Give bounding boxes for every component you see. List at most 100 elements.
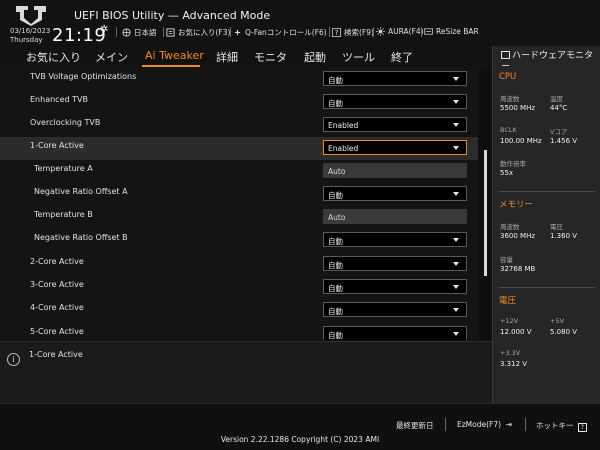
help-icon: ? xyxy=(577,423,587,432)
hotkeys-button[interactable]: ホットキー ? xyxy=(536,420,587,432)
tuf-logo xyxy=(16,6,46,26)
fan-icon xyxy=(234,29,241,36)
setting-dropdown[interactable]: 自動 xyxy=(323,302,467,317)
setting-label: TVB Voltage Optimizations xyxy=(30,72,137,81)
tab-monitor[interactable]: モニタ xyxy=(254,49,287,65)
setting-row[interactable]: 2-Core Active 自動 xyxy=(0,253,478,276)
search-label: 検索(F9) xyxy=(344,28,374,37)
clock[interactable]: 21:19 xyxy=(52,25,106,46)
memory-capacity-value: 32768 MB xyxy=(500,265,536,273)
setting-label: Negative Ratio Offset A xyxy=(34,187,128,196)
footer-separator xyxy=(445,418,446,431)
setting-dropdown[interactable]: 自動 xyxy=(323,232,467,247)
ezmode-label: EzMode(F7) xyxy=(457,420,502,429)
setting-label: Enhanced TVB xyxy=(30,95,88,104)
footer-separator xyxy=(525,418,526,431)
setting-dropdown[interactable]: 自動 xyxy=(323,279,467,294)
setting-dropdown[interactable]: 自動 xyxy=(323,326,467,340)
last-modified-button[interactable]: 最終更新日 xyxy=(396,420,434,431)
cpu-temperature-value: 44°C xyxy=(550,104,568,112)
bclk-value: 100.00 MHz xyxy=(500,137,542,145)
chevron-down-icon xyxy=(453,238,459,242)
setting-dropdown[interactable]: 自動 xyxy=(323,94,467,109)
v33-value: 3.312 V xyxy=(500,360,528,368)
header: UEFI BIOS Utility — Advanced Mode 03/16/… xyxy=(0,0,600,46)
toolbar-separator xyxy=(116,27,117,37)
toolbar-separator xyxy=(230,27,231,37)
hardware-monitor-label: ハードウェアモニター xyxy=(501,51,594,72)
aura-button[interactable]: AURA(F4) xyxy=(376,27,424,36)
setting-row-selected[interactable]: 1-Core Active Enabled xyxy=(0,137,478,160)
ezmode-button[interactable]: EzMode(F7) ⇥ xyxy=(457,420,512,429)
aura-label: AURA(F4) xyxy=(388,27,424,36)
setting-dropdown[interactable]: 自動 xyxy=(323,186,467,201)
scrollbar-thumb[interactable] xyxy=(484,150,487,276)
dropdown-value: 自動 xyxy=(328,284,343,293)
qfan-button[interactable]: Q-Fanコントロール(F6) xyxy=(233,27,327,38)
footer: 最終更新日 EzMode(F7) ⇥ ホットキー ? Version 2.22.… xyxy=(0,403,600,450)
setting-label: 3-Core Active xyxy=(30,280,84,289)
globe-icon xyxy=(122,28,131,37)
bclk-label: BCLK xyxy=(500,126,517,134)
svg-text:?: ? xyxy=(335,28,339,37)
setting-dropdown[interactable]: 自動 xyxy=(323,256,467,271)
search-button[interactable]: ? 検索(F9) xyxy=(332,27,374,38)
language-button[interactable]: 日本語 xyxy=(122,27,157,38)
voltage-section-header: 電圧 xyxy=(499,296,517,306)
tab-main[interactable]: メイン xyxy=(95,49,128,65)
tab-advanced[interactable]: 詳細 xyxy=(216,49,238,65)
toolbar-separator xyxy=(329,27,330,37)
exit-arrow-icon: ⇥ xyxy=(505,420,512,429)
gear-icon[interactable]: ✲ xyxy=(100,24,108,35)
tab-tool[interactable]: ツール xyxy=(342,49,375,65)
setting-row[interactable]: Enhanced TVB 自動 xyxy=(0,91,478,114)
setting-dropdown[interactable]: Enabled xyxy=(323,117,467,132)
toolbar-separator xyxy=(373,27,374,37)
section-divider xyxy=(499,287,595,288)
toolbar-separator xyxy=(421,27,422,37)
setting-label: 1-Core Active xyxy=(30,141,84,150)
dropdown-value: Enabled xyxy=(328,144,359,153)
v12-value: 12.000 V xyxy=(500,328,532,336)
section-divider xyxy=(499,191,595,192)
resize-bar-label: ReSize BAR xyxy=(436,27,479,36)
chevron-down-icon xyxy=(453,332,459,336)
favorites-button[interactable]: お気に入り(F3) xyxy=(166,27,230,38)
version-text: Version 2.22.1286 Copyright (C) 2023 AMI xyxy=(220,435,380,444)
weekday-text: Thursday xyxy=(10,36,43,44)
cpu-section-header: CPU xyxy=(499,72,517,82)
resize-bar-icon xyxy=(424,28,433,35)
tab-exit[interactable]: 終了 xyxy=(391,49,413,65)
setting-dropdown[interactable]: Enabled xyxy=(323,140,467,155)
setting-label: 5-Core Active xyxy=(30,327,84,336)
setting-row[interactable]: TVB Voltage Optimizations 自動 xyxy=(0,68,478,91)
hardware-monitor-panel: ハードウェアモニター CPU 周波数 温度 5500 MHz 44°C BCLK… xyxy=(492,46,600,403)
setting-label: Overclocking TVB xyxy=(30,118,101,127)
chevron-down-icon xyxy=(453,77,459,81)
setting-row[interactable]: Negative Ratio Offset B 自動 xyxy=(0,229,478,252)
setting-row[interactable]: 5-Core Active 自動 xyxy=(0,323,478,340)
dropdown-value: 自動 xyxy=(328,99,343,108)
favorites-icon xyxy=(166,28,175,37)
qfan-label: Q-Fanコントロール(F6) xyxy=(245,28,327,37)
setting-row[interactable]: Negative Ratio Offset A 自動 xyxy=(0,183,478,206)
v5-label: +5V xyxy=(550,317,565,325)
setting-row[interactable]: Overclocking TVB Enabled xyxy=(0,114,478,137)
tab-boot[interactable]: 起動 xyxy=(304,49,326,65)
setting-row[interactable]: 4-Core Active 自動 xyxy=(0,299,478,322)
app-title: UEFI BIOS Utility — Advanced Mode xyxy=(74,9,271,22)
setting-row[interactable]: 3-Core Active 自動 xyxy=(0,276,478,299)
chevron-down-icon xyxy=(453,192,459,196)
resize-bar-button[interactable]: ReSize BAR xyxy=(424,27,479,36)
tab-favorites[interactable]: お気に入り xyxy=(26,49,81,65)
setting-label: 2-Core Active xyxy=(30,257,84,266)
tab-ai-tweaker[interactable]: Ai Tweaker xyxy=(145,49,204,62)
memory-capacity-label: 容量 xyxy=(500,256,513,264)
ratio-label: 動作倍率 xyxy=(500,160,526,168)
dropdown-value: 自動 xyxy=(328,261,343,270)
chevron-down-icon xyxy=(453,285,459,289)
setting-dropdown[interactable]: 自動 xyxy=(323,71,467,86)
setting-row[interactable]: Temperature B Auto xyxy=(0,206,478,229)
dropdown-value: 自動 xyxy=(328,76,343,85)
setting-row[interactable]: Temperature A Auto xyxy=(0,160,478,183)
